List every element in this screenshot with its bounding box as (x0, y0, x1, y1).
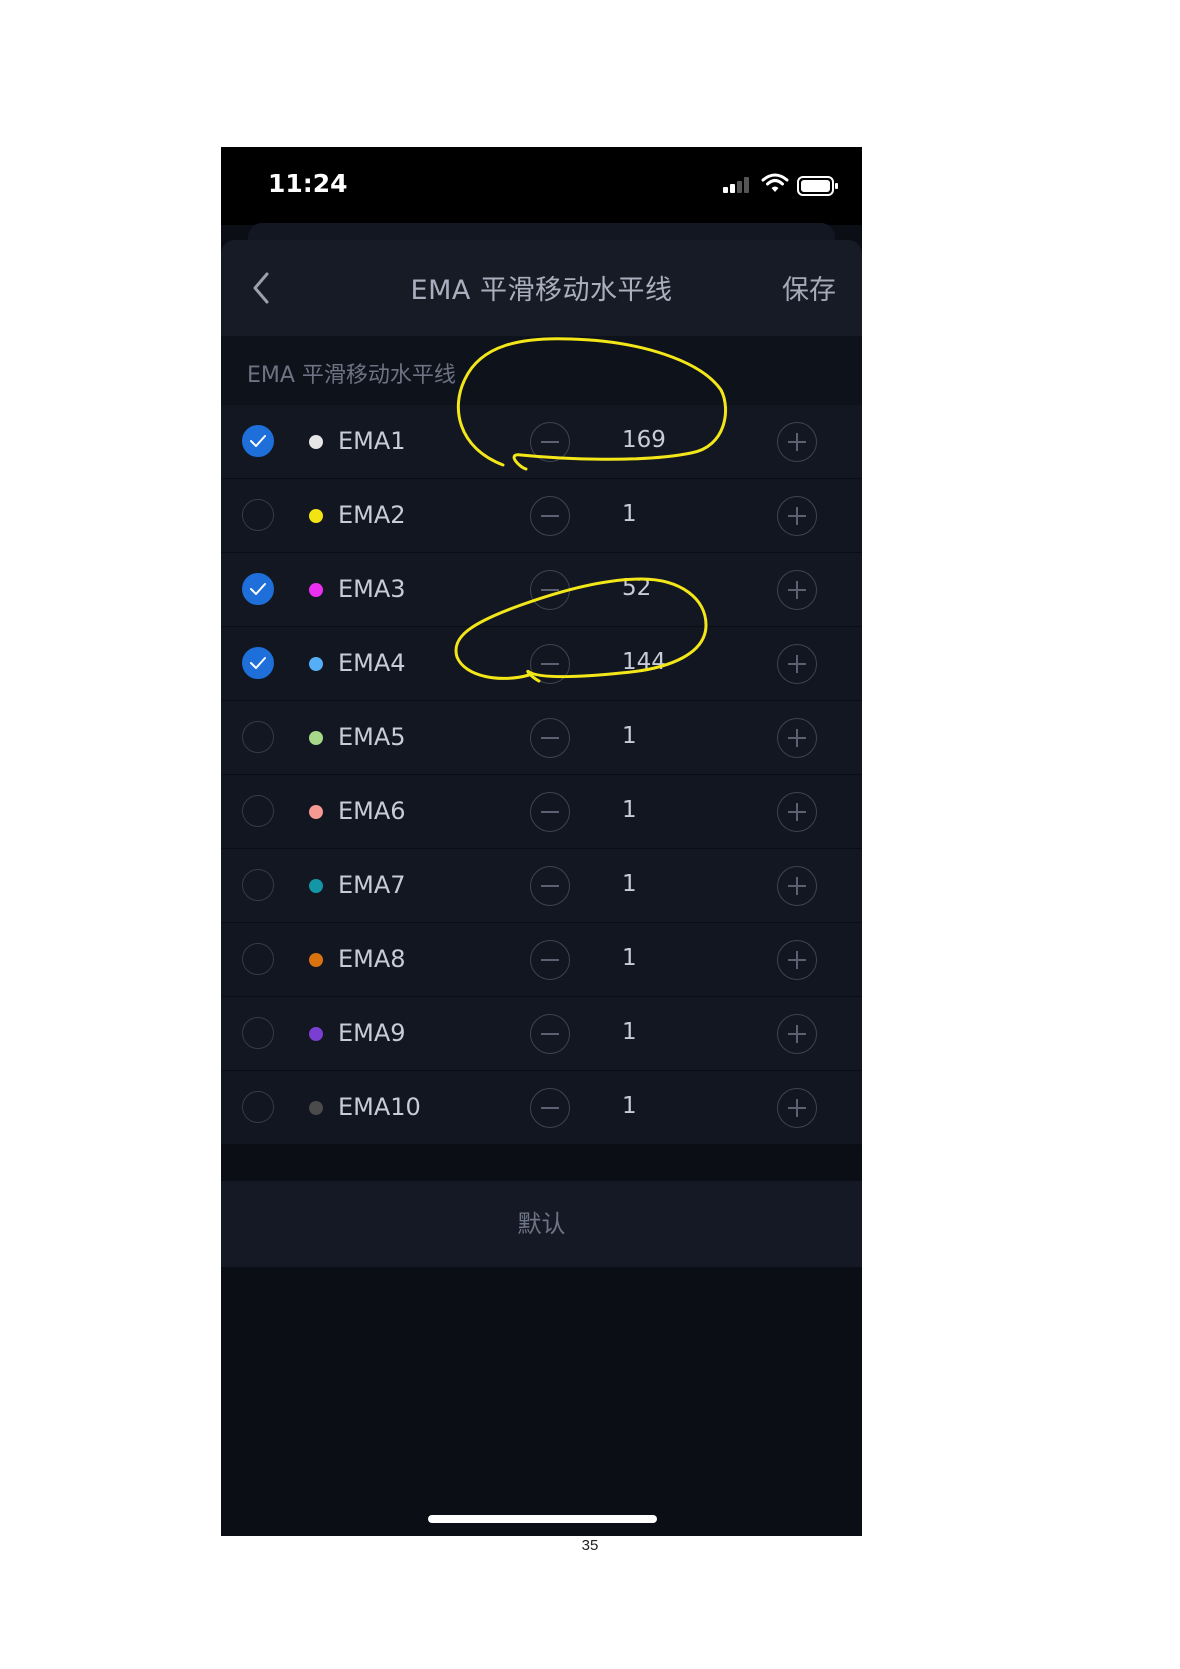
ema-period-value[interactable]: 1 (622, 797, 637, 823)
cellular-signal-icon (723, 177, 749, 193)
ema-period-value[interactable]: 169 (622, 427, 666, 453)
ema-checkbox[interactable] (242, 499, 274, 531)
ema-checkbox[interactable] (242, 943, 274, 975)
ema-row: EMA9 1 (221, 997, 862, 1071)
ema-period-value[interactable]: 52 (622, 575, 651, 601)
ema-color-dot (309, 731, 323, 745)
ema-color-dot (309, 435, 323, 449)
ema-name: EMA8 (338, 945, 406, 973)
ema-list: EMA1 169 EMA2 1 EMA3 52 EMA4 144 EMA5 1 EMA6 1 EMA7 1… (221, 405, 862, 1145)
ema-color-dot (309, 583, 323, 597)
ema-row: EMA3 52 (221, 553, 862, 627)
battery-icon (797, 176, 838, 196)
ema-name: EMA4 (338, 649, 406, 677)
increment-button[interactable] (777, 940, 817, 980)
ema-row: EMA2 1 (221, 479, 862, 553)
ema-checkbox[interactable] (242, 795, 274, 827)
increment-button[interactable] (777, 1014, 817, 1054)
section-header: EMA 平滑移动水平线 (221, 336, 862, 405)
ema-period-value[interactable]: 1 (622, 501, 637, 527)
ema-period-value[interactable]: 1 (622, 1019, 637, 1045)
phone-screen: 11:24 EMA 平滑移动水平线 保存 EMA 平滑移动水平线 EMA1 169… (221, 147, 862, 1536)
ema-name: EMA10 (338, 1093, 421, 1121)
ema-row: EMA5 1 (221, 701, 862, 775)
increment-button[interactable] (777, 1088, 817, 1128)
ema-row: EMA1 169 (221, 405, 862, 479)
ema-color-dot (309, 879, 323, 893)
decrement-button[interactable] (530, 792, 570, 832)
ema-checkbox[interactable] (242, 1091, 274, 1123)
ema-period-value[interactable]: 1 (622, 1093, 637, 1119)
status-bar: 11:24 (221, 147, 862, 225)
default-button[interactable]: 默认 (221, 1181, 862, 1267)
ema-checkbox[interactable] (242, 573, 274, 605)
ema-period-value[interactable]: 1 (622, 723, 637, 749)
ema-name: EMA7 (338, 871, 406, 899)
ema-row: EMA8 1 (221, 923, 862, 997)
ema-name: EMA9 (338, 1019, 406, 1047)
save-button[interactable]: 保存 (782, 268, 836, 307)
increment-button[interactable] (777, 718, 817, 758)
wifi-icon (761, 173, 789, 192)
increment-button[interactable] (777, 792, 817, 832)
ema-checkbox[interactable] (242, 647, 274, 679)
ema-period-value[interactable]: 144 (622, 649, 666, 675)
decrement-button[interactable] (530, 1088, 570, 1128)
decrement-button[interactable] (530, 644, 570, 684)
ema-checkbox[interactable] (242, 1017, 274, 1049)
ema-name: EMA3 (338, 575, 406, 603)
decrement-button[interactable] (530, 570, 570, 610)
ema-checkbox[interactable] (242, 425, 274, 457)
ema-color-dot (309, 1027, 323, 1041)
ema-color-dot (309, 953, 323, 967)
ema-checkbox[interactable] (242, 869, 274, 901)
checkmark-icon (250, 435, 266, 447)
decrement-button[interactable] (530, 1014, 570, 1054)
ema-name: EMA1 (338, 427, 406, 455)
increment-button[interactable] (777, 422, 817, 462)
ema-row: EMA10 1 (221, 1071, 862, 1145)
ema-name: EMA6 (338, 797, 406, 825)
status-time: 11:24 (268, 169, 348, 198)
ema-color-dot (309, 1101, 323, 1115)
ema-name: EMA5 (338, 723, 406, 751)
ema-row: EMA4 144 (221, 627, 862, 701)
ema-color-dot (309, 509, 323, 523)
ema-row: EMA7 1 (221, 849, 862, 923)
ema-period-value[interactable]: 1 (622, 945, 637, 971)
ema-period-value[interactable]: 1 (622, 871, 637, 897)
decrement-button[interactable] (530, 496, 570, 536)
decrement-button[interactable] (530, 866, 570, 906)
increment-button[interactable] (777, 496, 817, 536)
increment-button[interactable] (777, 644, 817, 684)
ema-color-dot (309, 805, 323, 819)
decrement-button[interactable] (530, 940, 570, 980)
checkmark-icon (250, 583, 266, 595)
decrement-button[interactable] (530, 718, 570, 758)
page-number: 35 (581, 1537, 599, 1554)
increment-button[interactable] (777, 570, 817, 610)
section-title: EMA 平滑移动水平线 (247, 363, 456, 388)
decrement-button[interactable] (530, 422, 570, 462)
checkmark-icon (250, 657, 266, 669)
ema-name: EMA2 (338, 501, 406, 529)
increment-button[interactable] (777, 866, 817, 906)
page-title: EMA 平滑移动水平线 (410, 275, 673, 306)
home-indicator (428, 1515, 657, 1523)
ema-checkbox[interactable] (242, 721, 274, 753)
ema-color-dot (309, 657, 323, 671)
ema-row: EMA6 1 (221, 775, 862, 849)
navigation-bar: EMA 平滑移动水平线 保存 (221, 240, 862, 336)
